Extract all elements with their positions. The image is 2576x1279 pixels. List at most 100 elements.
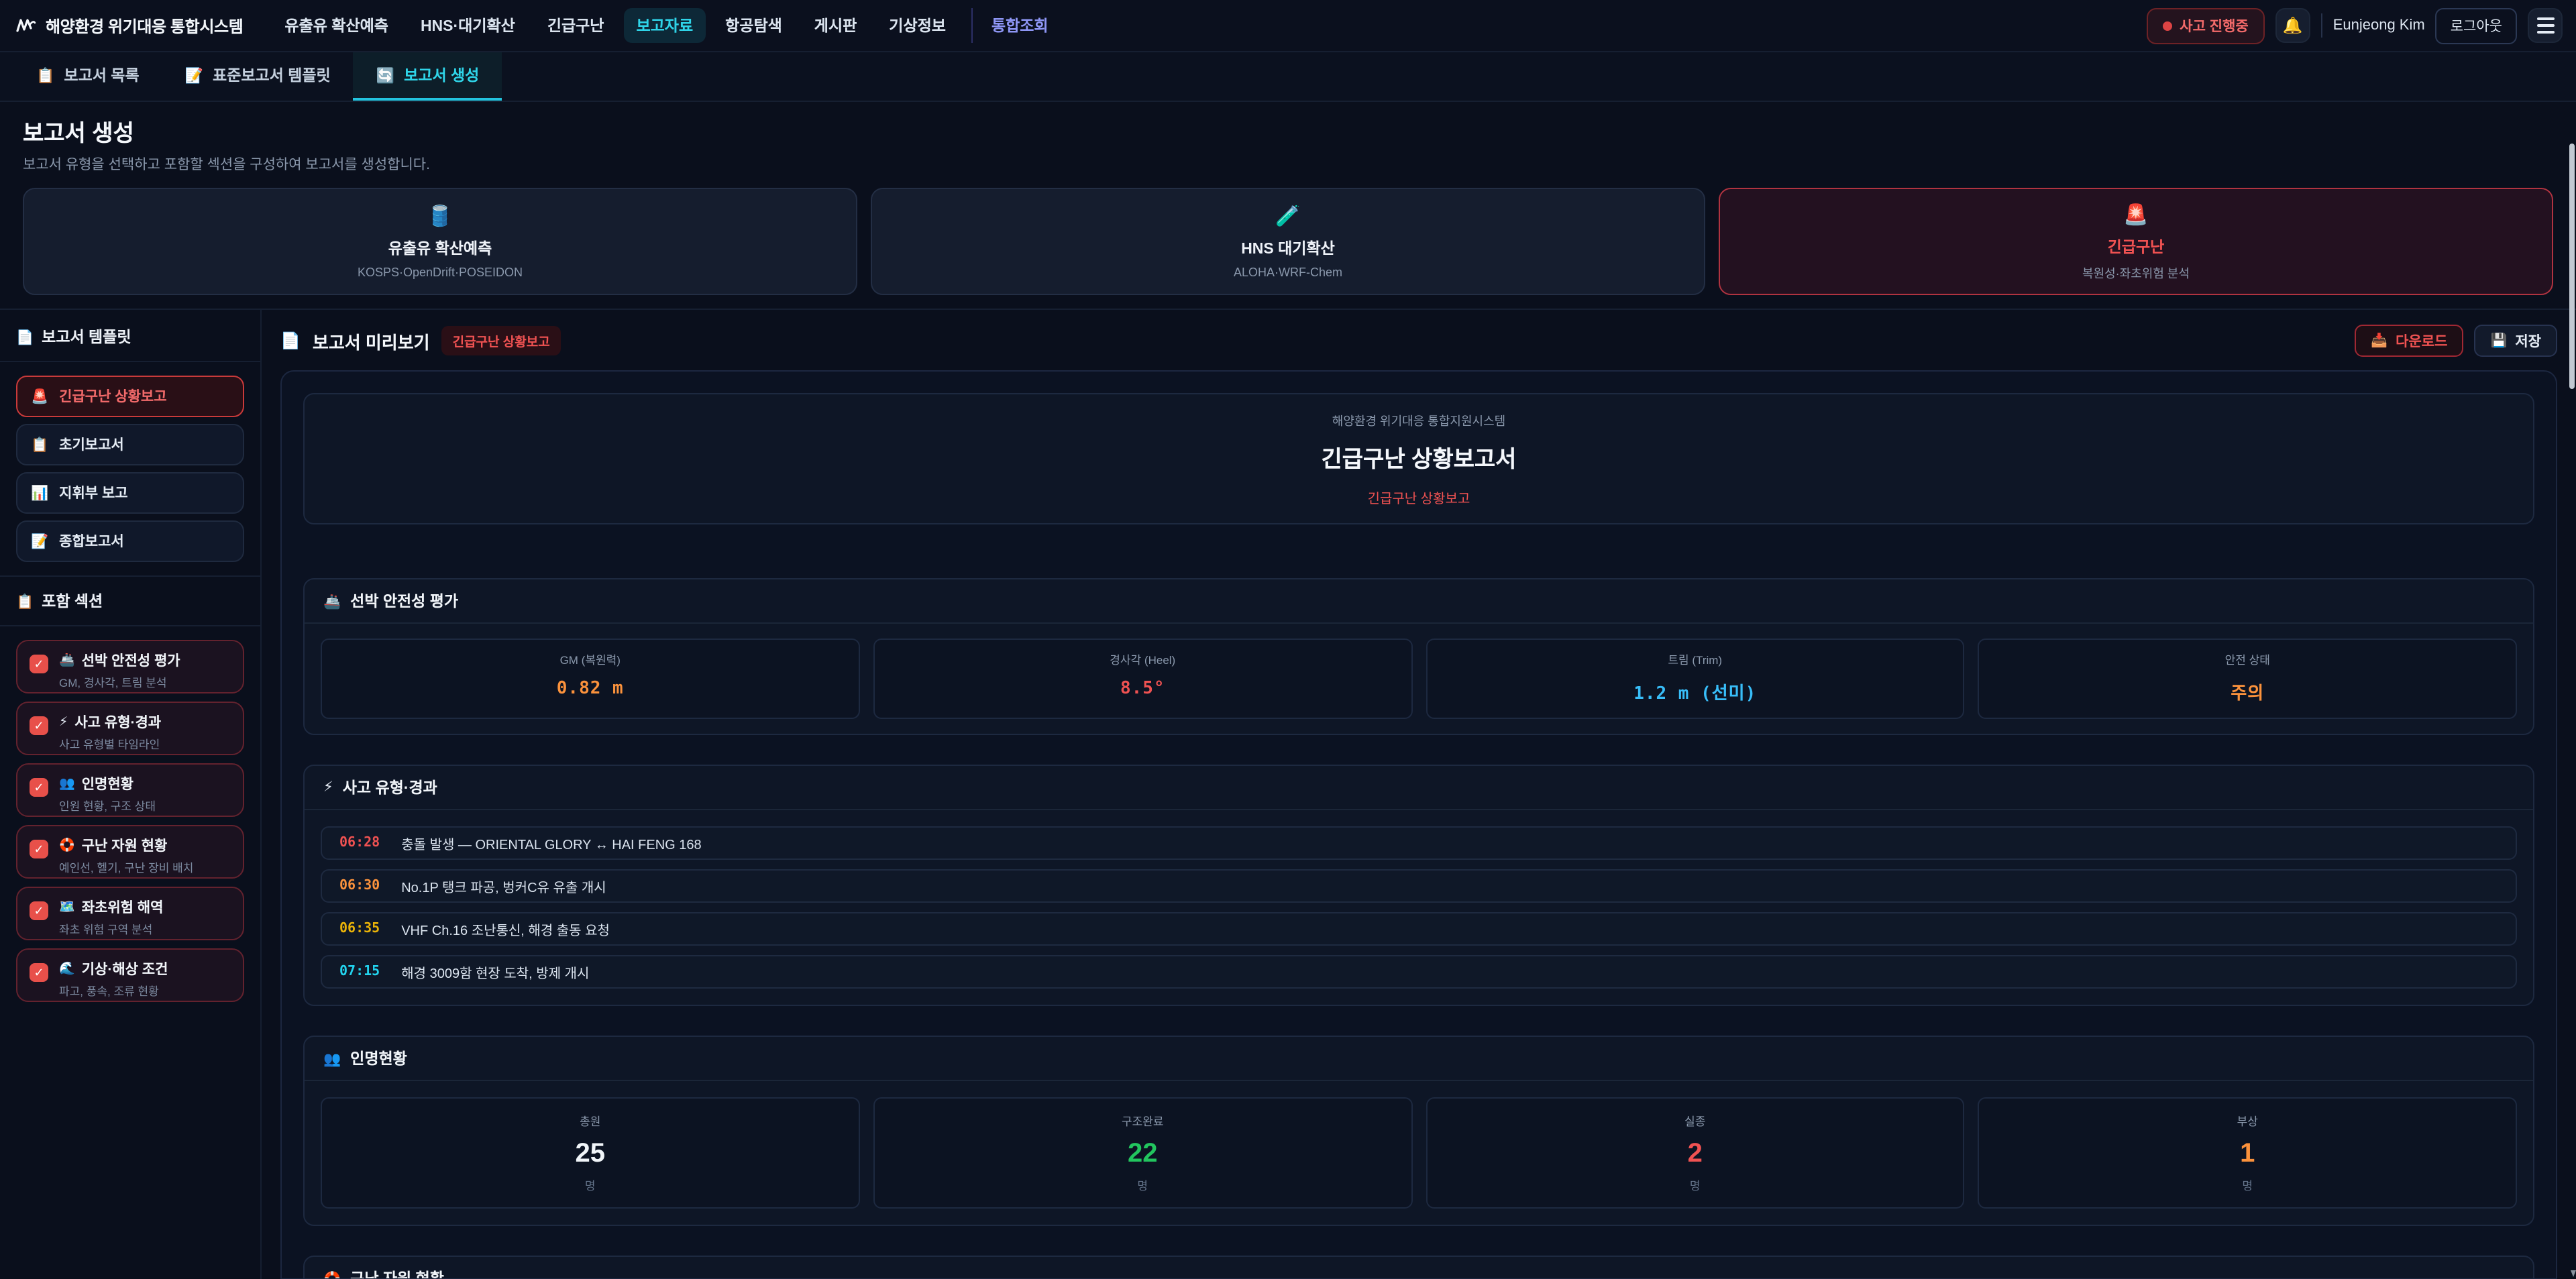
logout-button[interactable]: 로그아웃	[2436, 7, 2517, 44]
type-card-rescue[interactable]: 🚨 긴급구난 복원성·좌초위험 분석	[1719, 188, 2553, 295]
nav-item-hns[interactable]: HNS·대기확산	[409, 8, 527, 43]
section-title: 선박 안전성 평가	[350, 590, 458, 612]
stat-value: 1	[1985, 1139, 2511, 1170]
tab-label: 보고서 목록	[64, 64, 139, 86]
save-button[interactable]: 💾 저장	[2474, 325, 2557, 357]
nav-item-air-search[interactable]: 항공탐색	[713, 8, 794, 43]
section-toggle-title: 사고 유형·경과	[74, 712, 161, 732]
document-icon: 📄	[16, 328, 34, 345]
bell-icon: 🔔	[2283, 16, 2303, 35]
document-icon: 📄	[280, 331, 301, 350]
scrollbar-thumb[interactable]	[2569, 144, 2575, 389]
type-card-oil-spill[interactable]: 🛢️ 유출유 확산예측 KOSPS·OpenDrift·POSEIDON	[23, 188, 857, 295]
section-toggle-subtitle: 인원 현황, 구조 상태	[59, 798, 156, 814]
stat-label: 실종	[1432, 1113, 1958, 1129]
checkbox-checked[interactable]: ✓	[30, 901, 48, 920]
clipboard-icon: 📋	[36, 66, 54, 84]
tab-label: 표준보고서 템플릿	[213, 64, 331, 86]
section-toggle-body: 🛟구난 자원 현황 예인선, 헬기, 구난 장비 배치	[59, 836, 193, 876]
section-title: 인명현황	[350, 1048, 407, 1069]
download-icon: 📥	[2371, 333, 2387, 348]
checkbox-checked[interactable]: ✓	[30, 778, 48, 797]
tab-report-generate[interactable]: 🔄 보고서 생성	[354, 52, 502, 101]
download-button[interactable]: 📥 다운로드	[2355, 325, 2463, 357]
lightning-icon: ⚡	[59, 715, 68, 730]
memo-icon: 📝	[185, 66, 203, 84]
template-item-label: 긴급구난 상황보고	[59, 386, 166, 406]
stat-card-injured: 부상 1 명	[1978, 1097, 2518, 1209]
sidebar: 📄 보고서 템플릿 🚨 긴급구난 상황보고 📋 초기보고서 📊 지휘부 보고 📝…	[0, 310, 262, 1279]
report-section-rescue-resources: 🛟 구난 자원 현황 유형 선박/장비명 도착예정 상태	[303, 1256, 2534, 1279]
template-item-emergency-report[interactable]: 🚨 긴급구난 상황보고	[16, 376, 244, 417]
scrollbar-down-arrow-icon[interactable]	[2570, 1270, 2575, 1276]
app-root: 해양환경 위기대응 통합시스템 유출유 확산예측 HNS·대기확산 긴급구난 보…	[0, 0, 2576, 1279]
top-navbar: 해양환경 위기대응 통합시스템 유출유 확산예측 HNS·대기확산 긴급구난 보…	[0, 0, 2576, 52]
stat-card-rescued: 구조완료 22 명	[873, 1097, 1413, 1209]
save-icon: 💾	[2490, 333, 2507, 348]
report-section-casualties: 👥 인명현황 총원 25 명 구조완료 22 명	[303, 1036, 2534, 1226]
section-toggle-body: ⚡사고 유형·경과 사고 유형별 타임라인	[59, 712, 161, 753]
metric-label: 경사각 (Heel)	[880, 652, 1406, 668]
preview-area: 📄 보고서 미리보기 긴급구난 상황보고 📥 다운로드 💾 저장 해양환	[262, 310, 2576, 1279]
section-toggle-subtitle: 파고, 풍속, 조류 현황	[59, 983, 168, 999]
report-preview-panel: 해양환경 위기대응 통합지원시스템 긴급구난 상황보고서 긴급구난 상황보고 🚢…	[280, 370, 2557, 1279]
metric-card-safety-status: 안전 상태 주의	[1978, 638, 2518, 719]
metric-value: 0.82 m	[327, 679, 853, 699]
notification-bell-button[interactable]: 🔔	[2275, 8, 2310, 43]
brand-logo[interactable]: 해양환경 위기대응 통합시스템	[16, 14, 243, 37]
stat-card-missing: 실종 2 명	[1426, 1097, 1965, 1209]
section-toggle-body: 🗺️좌초위험 해역 좌초 위험 구역 분석	[59, 897, 163, 938]
clipboard-icon: 📋	[16, 592, 34, 610]
section-toggle-grounding-risk[interactable]: ✓ 🗺️좌초위험 해역 좌초 위험 구역 분석	[16, 887, 244, 940]
checkbox-checked[interactable]: ✓	[30, 716, 48, 735]
timeline-text: 해경 3009함 현장 도착, 방제 개시	[401, 962, 589, 982]
timeline-event: 06:35 VHF Ch.16 조난통신, 해경 출동 요청	[321, 912, 2517, 946]
nav-item-oil-spill[interactable]: 유출유 확산예측	[272, 8, 400, 43]
template-item-comprehensive-report[interactable]: 📝 종합보고서	[16, 520, 244, 562]
section-toggle-body: 👥인명현황 인원 현황, 구조 상태	[59, 774, 156, 814]
tab-standard-templates[interactable]: 📝 표준보고서 템플릿	[162, 52, 354, 101]
memo-icon: 📝	[31, 533, 48, 550]
type-card-title: 긴급구난	[2108, 235, 2165, 257]
menu-hamburger-button[interactable]	[2528, 8, 2563, 43]
nav-item-weather[interactable]: 기상정보	[877, 8, 958, 43]
section-toggle-casualties[interactable]: ✓ 👥인명현황 인원 현황, 구조 상태	[16, 763, 244, 817]
preview-template-badge: 긴급구난 상황보고	[442, 326, 561, 355]
nav-item-rescue[interactable]: 긴급구난	[535, 8, 616, 43]
user-name: Eunjeong Kim	[2333, 17, 2425, 34]
type-card-subtitle: ALOHA·WRF-Chem	[1234, 266, 1342, 279]
stat-value: 22	[880, 1139, 1406, 1170]
template-item-command-report[interactable]: 📊 지휘부 보고	[16, 472, 244, 514]
report-org-line: 해양환경 위기대응 통합지원시스템	[305, 412, 2533, 429]
tab-report-list[interactable]: 📋 보고서 목록	[13, 52, 162, 101]
report-section-ship-stability: 🚢 선박 안전성 평가 GM (복원력) 0.82 m 경사각 (Heel) 8…	[303, 578, 2534, 735]
type-card-hns[interactable]: 🧪 HNS 대기확산 ALOHA·WRF-Chem	[871, 188, 1705, 295]
template-item-initial-report[interactable]: 📋 초기보고서	[16, 424, 244, 465]
timeline-text: No.1P 탱크 파공, 벙커C유 유출 개시	[401, 876, 606, 896]
checkbox-checked[interactable]: ✓	[30, 963, 48, 982]
type-card-subtitle: 복원성·좌초위험 분석	[2082, 264, 2190, 281]
timeline-event: 07:15 해경 3009함 현장 도착, 방제 개시	[321, 955, 2517, 989]
section-toggle-ship-stability[interactable]: ✓ 🚢선박 안전성 평가 GM, 경사각, 트림 분석	[16, 640, 244, 693]
siren-icon: 🚨	[31, 388, 48, 405]
page-scrollbar[interactable]	[2568, 0, 2576, 1279]
metric-value: 1.2 m (선미)	[1432, 679, 1958, 704]
wave-logo-icon	[16, 16, 36, 35]
people-icon: 👥	[323, 1050, 341, 1067]
timeline-event: 06:28 충돌 발생 — ORIENTAL GLORY ↔ HAI FENG …	[321, 826, 2517, 860]
template-item-label: 지휘부 보고	[59, 483, 127, 503]
nav-item-board[interactable]: 게시판	[802, 8, 869, 43]
checkbox-checked[interactable]: ✓	[30, 840, 48, 858]
template-item-label: 초기보고서	[59, 435, 124, 455]
timeline-time: 07:15	[339, 964, 380, 979]
save-label: 저장	[2515, 331, 2541, 351]
stat-label: 부상	[1985, 1113, 2511, 1129]
section-header: 👥 인명현황	[305, 1037, 2533, 1081]
section-toggle-weather-sea[interactable]: ✓ 🌊기상·해상 조건 파고, 풍속, 조류 현황	[16, 948, 244, 1002]
nav-item-integrated-search[interactable]: 통합조회	[971, 8, 1061, 43]
section-toggle-rescue-resources[interactable]: ✓ 🛟구난 자원 현황 예인선, 헬기, 구난 장비 배치	[16, 825, 244, 879]
section-toggle-accident-timeline[interactable]: ✓ ⚡사고 유형·경과 사고 유형별 타임라인	[16, 702, 244, 755]
page-subtitle: 보고서 유형을 선택하고 포함할 섹션을 구성하여 보고서를 생성합니다.	[23, 154, 2553, 174]
checkbox-checked[interactable]: ✓	[30, 655, 48, 673]
nav-item-reports[interactable]: 보고자료	[624, 8, 705, 43]
